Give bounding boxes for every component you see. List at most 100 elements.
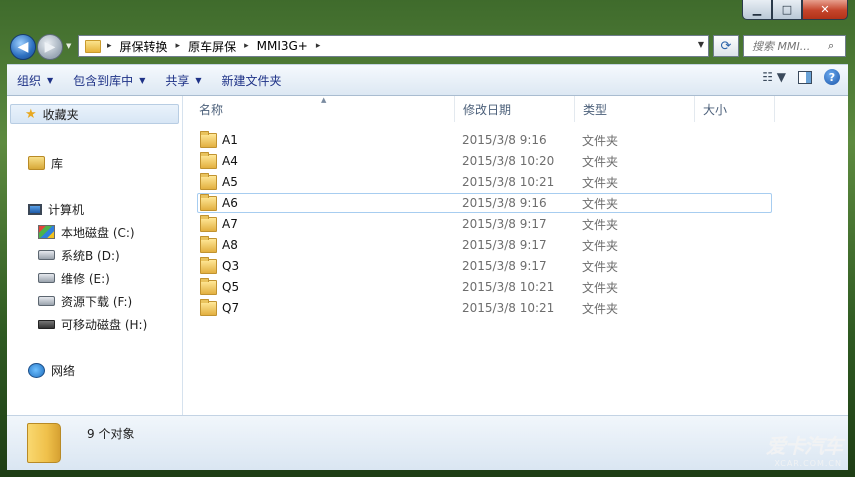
- include-in-library-label: 包含到库中: [73, 73, 134, 88]
- nav-label: 维修 (E:): [61, 271, 110, 286]
- file-modified: 2015/3/8 9:17: [462, 217, 547, 231]
- details-pane: 9 个对象 爱卡汽车 XCAR.COM.CN: [7, 415, 848, 470]
- file-modified: 2015/3/8 9:17: [462, 238, 547, 252]
- drive-icon: [38, 250, 55, 260]
- watermark-url: XCAR.COM.CN: [774, 459, 842, 468]
- explorer-window: ▁ □ ✕ ◀ ▶ ▼ ▸ 屏保转换 ▸ 原车屏保 ▸ MMI3G+ ▸ ▼ ⟳…: [0, 0, 855, 477]
- item-count: 9 个对象: [87, 427, 135, 441]
- file-row[interactable]: A5 2015/3/8 10:21 文件夹: [197, 172, 772, 192]
- folder-icon: [200, 172, 217, 190]
- new-folder-label: 新建文件夹: [221, 73, 282, 88]
- nav-drive-f[interactable]: 资源下载 (F:): [38, 291, 132, 311]
- watermark: 爱卡汽车 XCAR.COM.CN: [766, 430, 843, 468]
- nav-label: 可移动磁盘 (H:): [61, 317, 148, 332]
- nav-label: 本地磁盘 (C:): [61, 225, 135, 240]
- column-header-type[interactable]: 类型: [575, 96, 695, 122]
- breadcrumb-separator-icon[interactable]: ▸: [316, 41, 321, 51]
- maximize-button[interactable]: □: [772, 0, 802, 20]
- file-row[interactable]: A4 2015/3/8 10:20 文件夹: [197, 151, 772, 171]
- drive-icon: [38, 273, 55, 283]
- file-row-selected[interactable]: A6 2015/3/8 9:16 文件夹: [197, 193, 772, 213]
- nav-drive-h[interactable]: 可移动磁盘 (H:): [38, 314, 147, 334]
- file-name: A5: [222, 175, 238, 189]
- nav-network[interactable]: 网络: [28, 360, 75, 380]
- file-type: 文件夹: [582, 217, 619, 232]
- file-modified: 2015/3/8 10:21: [462, 301, 555, 315]
- refresh-icon: ⟳: [720, 38, 732, 54]
- help-icon[interactable]: ?: [824, 69, 840, 85]
- file-modified: 2015/3/8 10:21: [462, 280, 555, 294]
- search-input[interactable]: [752, 39, 827, 53]
- file-row[interactable]: Q3 2015/3/8 9:17 文件夹: [197, 256, 772, 276]
- forward-arrow-icon: ▶: [44, 39, 56, 55]
- nav-favorites[interactable]: ★ 收藏夹: [10, 104, 179, 124]
- chevron-down-icon: ▼: [195, 75, 202, 85]
- breadcrumb-separator-icon[interactable]: ▸: [244, 41, 249, 51]
- file-row[interactable]: Q7 2015/3/8 10:21 文件夹: [197, 298, 772, 318]
- back-button[interactable]: ◀: [10, 34, 36, 60]
- include-in-library-button[interactable]: 包含到库中 ▼: [63, 68, 155, 92]
- file-name: Q5: [222, 280, 240, 294]
- nav-drive-e[interactable]: 维修 (E:): [38, 268, 110, 288]
- file-name: A6: [222, 196, 238, 210]
- file-row[interactable]: A7 2015/3/8 9:17 文件夹: [197, 214, 772, 234]
- network-icon: [28, 362, 45, 378]
- forward-button[interactable]: ▶: [37, 34, 63, 60]
- column-header-size[interactable]: 大小: [695, 96, 775, 122]
- file-type: 文件夹: [582, 133, 619, 148]
- nav-label: 计算机: [48, 202, 85, 217]
- file-type: 文件夹: [582, 301, 619, 316]
- file-row[interactable]: A8 2015/3/8 9:17 文件夹: [197, 235, 772, 255]
- folder-icon: [200, 193, 217, 211]
- minimize-button[interactable]: ▁: [742, 0, 772, 20]
- navigation-pane: ★ 收藏夹 库 计算机 本地磁盘 (C:) 系统B (D:) 维修 (E:) 资…: [7, 96, 183, 415]
- content-area: ★ 收藏夹 库 计算机 本地磁盘 (C:) 系统B (D:) 维修 (E:) 资…: [7, 96, 848, 415]
- folder-icon: [200, 277, 217, 295]
- title-bar: ▁ □ ✕: [0, 0, 855, 28]
- folder-icon: [200, 130, 217, 148]
- file-name: A7: [222, 217, 238, 231]
- refresh-button[interactable]: ⟳: [713, 35, 739, 57]
- address-history-dropdown-icon[interactable]: ▼: [698, 40, 704, 49]
- folder-icon: [200, 298, 217, 316]
- nav-drive-c[interactable]: 本地磁盘 (C:): [38, 222, 135, 242]
- file-modified: 2015/3/8 10:20: [462, 154, 555, 168]
- drive-icon: [38, 296, 55, 306]
- file-name: Q7: [222, 301, 240, 315]
- file-name: A8: [222, 238, 238, 252]
- search-icon[interactable]: ⌕: [828, 39, 834, 53]
- file-name: A1: [222, 133, 238, 147]
- breadcrumb-separator-icon[interactable]: ▸: [107, 41, 112, 51]
- share-label: 共享: [165, 73, 190, 88]
- computer-icon: [28, 203, 42, 215]
- folder-icon: [200, 235, 217, 253]
- file-modified: 2015/3/8 9:17: [462, 259, 547, 273]
- file-type: 文件夹: [582, 238, 619, 253]
- view-options-icon[interactable]: ☷ ▼: [762, 70, 786, 84]
- nav-libraries[interactable]: 库: [28, 153, 63, 173]
- share-button[interactable]: 共享 ▼: [155, 68, 211, 92]
- file-type: 文件夹: [582, 175, 619, 190]
- breadcrumb-item[interactable]: MMI3G+: [257, 39, 308, 53]
- nav-label: 系统B (D:): [61, 248, 120, 263]
- column-header-modified[interactable]: 修改日期: [455, 96, 575, 122]
- file-type: 文件夹: [582, 280, 619, 295]
- nav-computer[interactable]: 计算机: [28, 199, 84, 219]
- organize-menu-button[interactable]: 组织 ▼: [7, 68, 63, 92]
- command-bar: 组织 ▼ 包含到库中 ▼ 共享 ▼ 新建文件夹 ☷ ▼ ?: [7, 64, 848, 96]
- folder-icon: [85, 39, 101, 53]
- address-bar[interactable]: ▸ 屏保转换 ▸ 原车屏保 ▸ MMI3G+ ▸ ▼: [78, 35, 709, 57]
- breadcrumb-separator-icon[interactable]: ▸: [176, 41, 181, 51]
- breadcrumb-item[interactable]: 屏保转换: [120, 38, 168, 55]
- new-folder-button[interactable]: 新建文件夹: [212, 68, 292, 92]
- file-name: A4: [222, 154, 238, 168]
- search-box[interactable]: ⌕: [743, 35, 846, 57]
- breadcrumb-item[interactable]: 原车屏保: [188, 38, 236, 55]
- preview-pane-icon[interactable]: [798, 70, 812, 84]
- recent-pages-dropdown[interactable]: ▼: [66, 42, 71, 50]
- column-header-name[interactable]: 名称: [191, 96, 455, 122]
- file-row[interactable]: Q5 2015/3/8 10:21 文件夹: [197, 277, 772, 297]
- file-row[interactable]: A1 2015/3/8 9:16 文件夹: [197, 130, 772, 150]
- close-button[interactable]: ✕: [802, 0, 848, 20]
- nav-drive-d[interactable]: 系统B (D:): [38, 245, 120, 265]
